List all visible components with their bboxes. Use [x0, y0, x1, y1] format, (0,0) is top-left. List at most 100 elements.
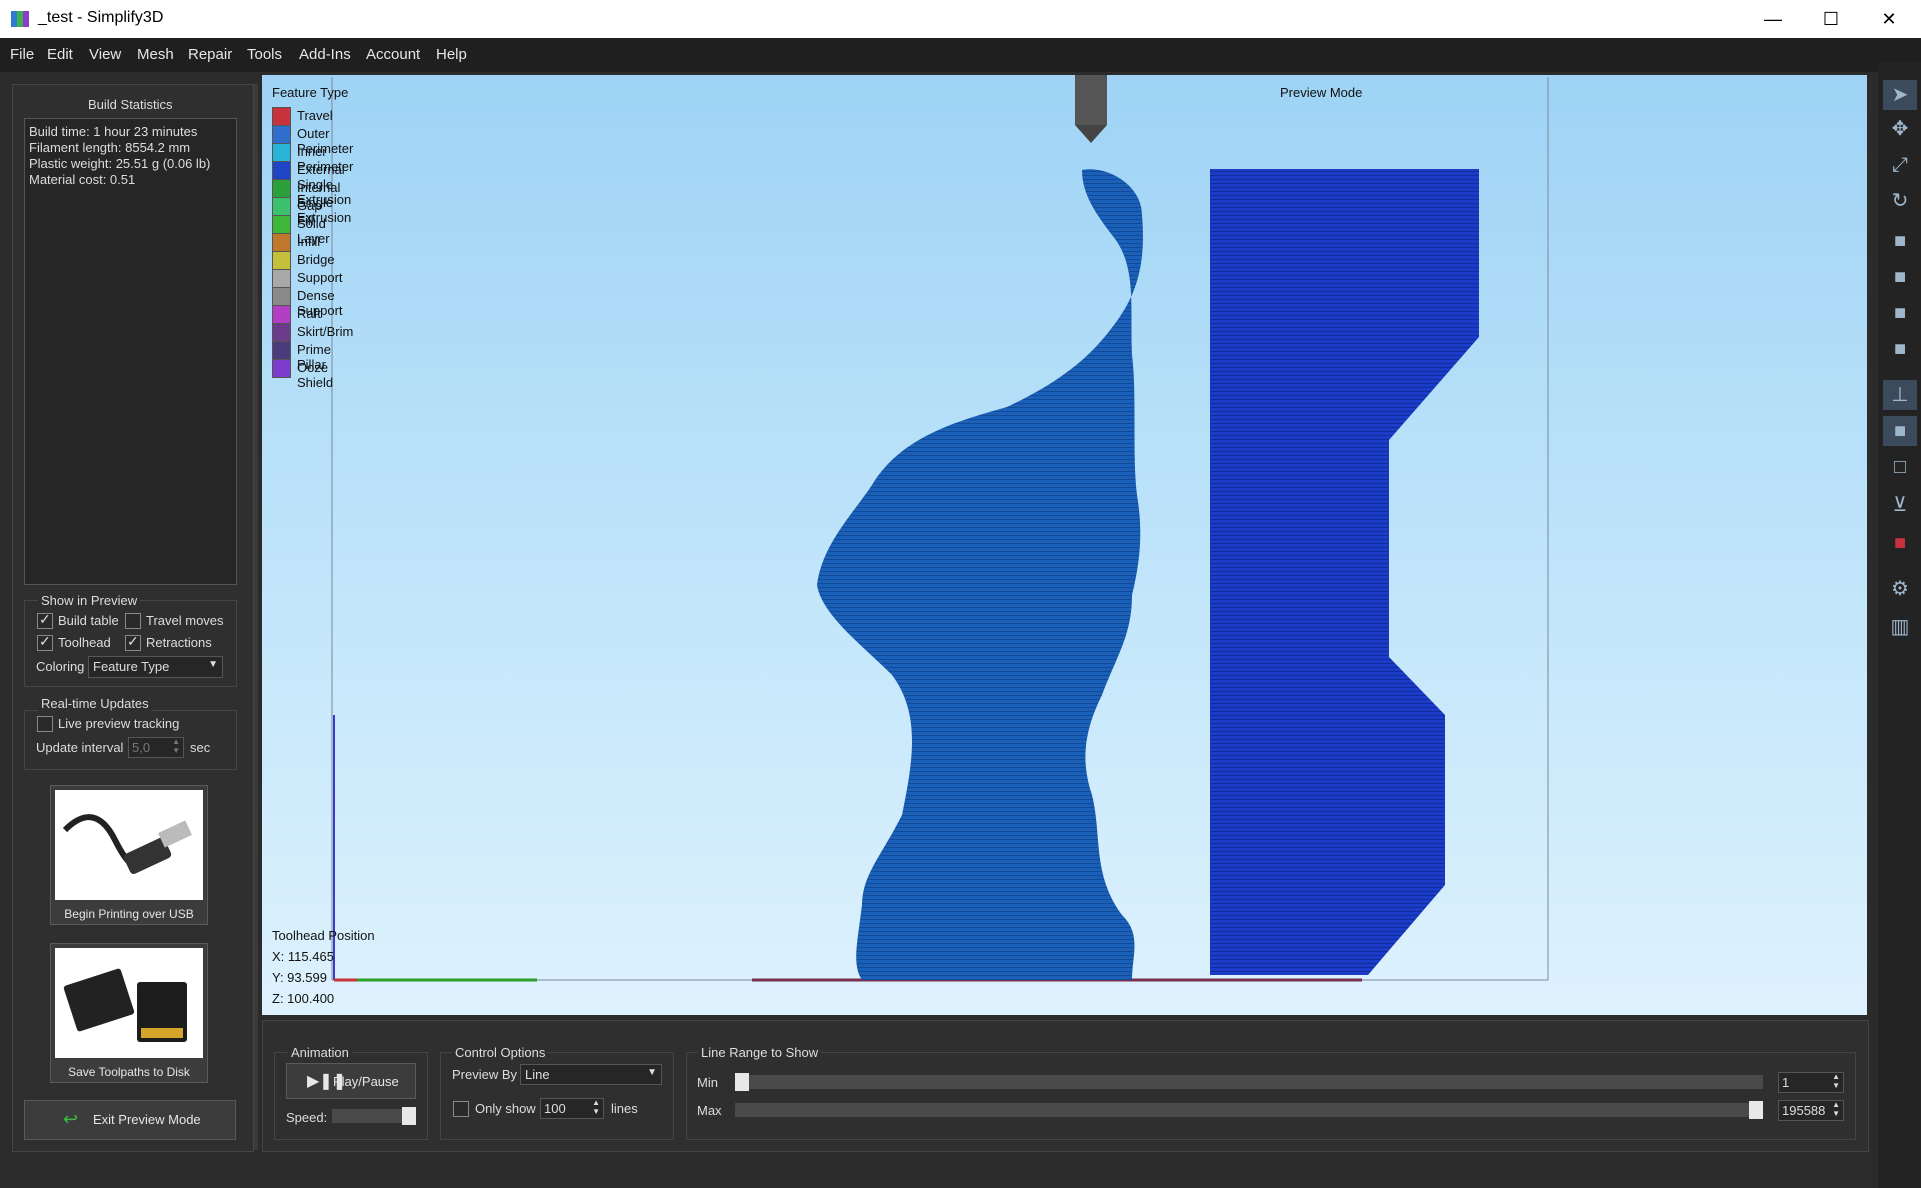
max-value: 195588 [1782, 1103, 1826, 1118]
coloring-value: Feature Type [93, 659, 170, 674]
play-pause-button[interactable]: ▶❚❚ Play/Pause [286, 1063, 416, 1099]
spin-arrows-icon: ▲ ▼ [592, 1098, 600, 1116]
lines-unit-label: lines [611, 1101, 638, 1116]
view-side-icon[interactable]: ■ [1883, 334, 1917, 364]
supports-icon[interactable]: ▥ [1883, 612, 1917, 642]
menu-help[interactable]: Help [430, 38, 473, 72]
chevron-down-icon: ▼ [647, 1067, 657, 1078]
3d-viewport[interactable]: Feature Type Preview Mode Travel Outer P… [262, 75, 1867, 1015]
menu-repair[interactable]: Repair [182, 38, 238, 72]
only-show-checkbox[interactable] [453, 1101, 469, 1117]
preview-by-label: Preview By [452, 1067, 518, 1082]
plastic-weight-text: Plastic weight: 25.51 g (0.06 lb) [29, 156, 211, 171]
scale-tool-icon[interactable]: ⤢ [1883, 150, 1917, 180]
begin-printing-usb-button[interactable]: Begin Printing over USB [50, 785, 208, 925]
menu-bar: File Edit View Mesh Repair Tools Add-Ins… [0, 38, 1921, 72]
rotate-tool-icon[interactable]: ↻ [1883, 186, 1917, 216]
menu-add-ins[interactable]: Add-Ins [293, 38, 357, 72]
build-table-checkbox[interactable] [37, 611, 53, 629]
menu-tools[interactable]: Tools [241, 38, 288, 72]
only-show-label: Only show [475, 1101, 536, 1116]
wireframe-view-icon[interactable]: □ [1883, 452, 1917, 482]
chevron-down-icon: ▼ [208, 659, 218, 670]
menu-view[interactable]: View [83, 38, 127, 72]
material-cost-text: Material cost: 0.51 [29, 172, 136, 187]
max-label: Max [697, 1103, 722, 1118]
filament-length-text: Filament length: 8554.2 mm [29, 140, 191, 155]
menu-account[interactable]: Account [360, 38, 426, 72]
coloring-dropdown[interactable]: Feature Type ▼ [88, 656, 223, 678]
control-options-title: Control Options [452, 1045, 549, 1060]
menu-file[interactable]: File [4, 38, 40, 72]
title-bar: _test - Simplify3D — ☐ ✕ [0, 0, 1921, 38]
update-interval-spinbox[interactable]: 5,0 ▲ ▼ [128, 737, 184, 758]
travel-moves-checkbox[interactable] [125, 613, 141, 629]
select-tool-icon[interactable]: ➤ [1883, 80, 1917, 110]
min-spinbox[interactable]: 1 ▲ ▼ [1778, 1072, 1844, 1093]
legend-swatch [272, 341, 291, 360]
panel-splitter[interactable] [254, 84, 258, 1150]
menu-mesh[interactable]: Mesh [131, 38, 180, 72]
max-slider-handle[interactable] [1749, 1101, 1763, 1119]
toolhead-label: Toolhead [58, 635, 111, 650]
axes-toggle-icon[interactable]: ⊥ [1883, 380, 1917, 410]
update-interval-unit: sec [190, 740, 211, 755]
live-tracking-checkbox[interactable] [37, 716, 53, 732]
toolhead-position-title: Toolhead Position [272, 928, 375, 943]
legend-label: Travel [297, 108, 333, 123]
view-front-icon[interactable]: ■ [1883, 298, 1917, 328]
preview-by-value: Line [525, 1067, 550, 1082]
toolhead-x: X: 115.465 [272, 949, 334, 964]
sd-button-label: Save Toolpaths to Disk [68, 1065, 190, 1079]
legend-swatch [272, 359, 291, 378]
legend-label: Raft [297, 306, 321, 321]
min-slider-handle[interactable] [735, 1073, 749, 1091]
legend-label: Infill [297, 234, 321, 249]
menu-edit[interactable]: Edit [41, 38, 79, 72]
close-button[interactable]: ✕ [1860, 0, 1918, 38]
retractions-checkbox[interactable] [125, 633, 141, 651]
legend-swatch [272, 143, 291, 162]
solid-view-icon[interactable]: ■ [1883, 416, 1917, 446]
model-render [331, 75, 1549, 982]
legend-swatch [272, 233, 291, 252]
legend-swatch [272, 197, 291, 216]
preview-by-dropdown[interactable]: Line ▼ [520, 1064, 662, 1085]
update-interval-label: Update interval [36, 740, 124, 755]
sd-card-icon [55, 948, 203, 1058]
lines-count-spinbox[interactable]: 100 ▲ ▼ [540, 1098, 604, 1119]
move-tool-icon[interactable]: ✥ [1883, 114, 1917, 144]
build-time-text: Build time: 1 hour 23 minutes [29, 124, 198, 139]
toolhead-y: Y: 93.599 [272, 970, 327, 985]
show-in-preview-title: Show in Preview [38, 593, 141, 608]
preview-cube-icon[interactable]: ■ [1883, 528, 1917, 558]
spin-arrows-icon: ▲ ▼ [1832, 1100, 1840, 1118]
spin-arrows-icon: ▲ ▼ [1832, 1072, 1840, 1090]
update-interval-value: 5,0 [132, 740, 151, 755]
max-spinbox[interactable]: 195588 ▲ ▼ [1778, 1100, 1844, 1121]
max-slider[interactable] [735, 1103, 1763, 1117]
legend-swatch [272, 215, 291, 234]
maximize-button[interactable]: ☐ [1802, 0, 1860, 38]
min-slider[interactable] [735, 1075, 1763, 1089]
settings-gear-icon[interactable]: ⚙ [1883, 574, 1917, 604]
toolhead-checkbox[interactable] [37, 633, 53, 651]
exit-preview-label: Exit Preview Mode [93, 1112, 201, 1127]
minimize-button[interactable]: — [1744, 0, 1802, 38]
speed-slider-handle[interactable] [402, 1107, 416, 1125]
legend-swatch [272, 107, 291, 126]
toolhead-z: Z: 100.400 [272, 991, 335, 1006]
legend-swatch [272, 161, 291, 180]
play-pause-label: Play/Pause [333, 1074, 399, 1089]
exit-preview-button[interactable]: ↩ Exit Preview Mode [24, 1100, 236, 1140]
legend-title: Feature Type [272, 85, 349, 100]
live-tracking-label: Live preview tracking [58, 716, 180, 731]
save-toolpaths-button[interactable]: Save Toolpaths to Disk [50, 943, 208, 1083]
lines-count-value: 100 [544, 1101, 566, 1116]
legend-swatch [272, 125, 291, 144]
cross-section-icon[interactable]: ⊻ [1883, 490, 1917, 520]
retractions-label: Retractions [146, 635, 212, 650]
view-top-icon[interactable]: ■ [1883, 262, 1917, 292]
view-iso-icon[interactable]: ■ [1883, 226, 1917, 256]
legend-swatch [272, 179, 291, 198]
